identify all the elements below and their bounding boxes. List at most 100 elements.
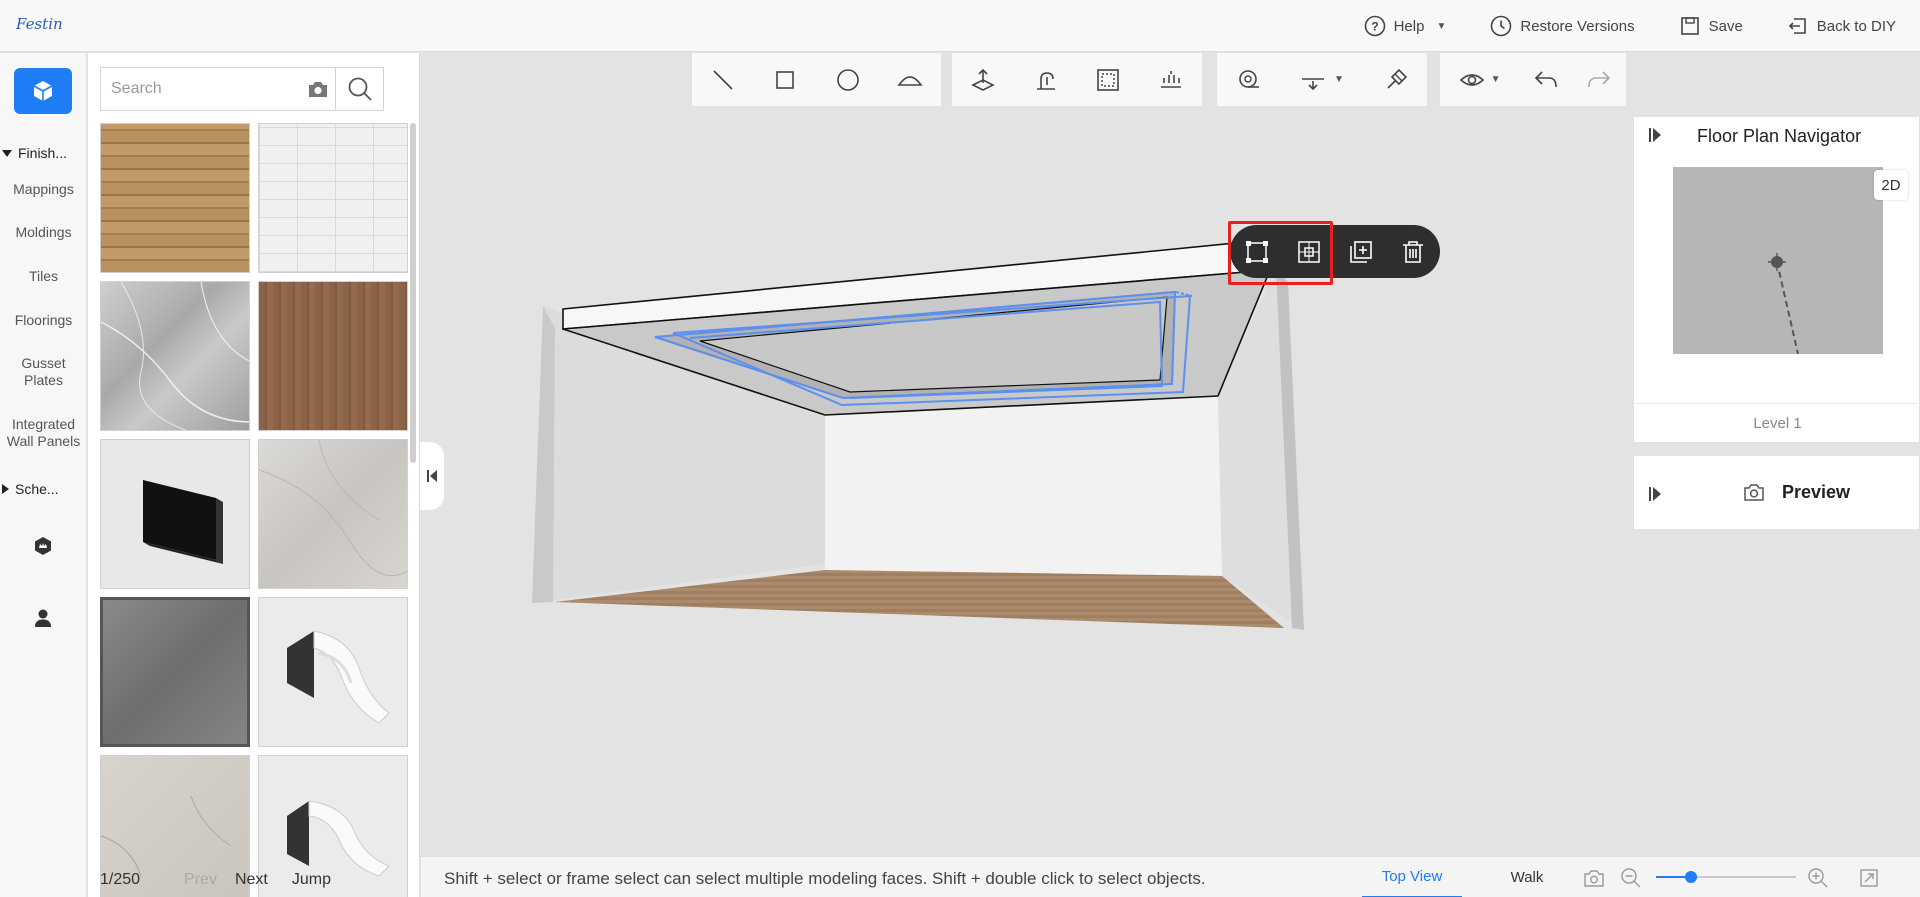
chevron-down-icon: ▼ xyxy=(1334,74,1344,85)
screenshot-settings-icon[interactable] xyxy=(1582,866,1606,890)
rectangle-tool-button[interactable] xyxy=(754,53,816,107)
eye-icon xyxy=(1459,73,1484,86)
expand-panel-icon[interactable] xyxy=(1648,486,1662,502)
finishes-group[interactable]: Finish... xyxy=(0,145,87,161)
zoom-out-icon[interactable] xyxy=(1619,866,1643,890)
left-rail: Finish... Mappings Moldings Tiles Floori… xyxy=(0,53,87,897)
save-label: Save xyxy=(1708,17,1743,35)
highlight-box xyxy=(1228,221,1333,285)
line-tool-button[interactable] xyxy=(692,53,754,107)
offset-button[interactable] xyxy=(1077,53,1140,107)
catalog-tile-black-panel[interactable] xyxy=(100,439,250,589)
circle-tool-button[interactable] xyxy=(817,53,879,107)
save-button[interactable]: Save xyxy=(1679,15,1743,37)
catalog-tile-white-brick[interactable] xyxy=(258,123,408,273)
expand-panel-icon[interactable] xyxy=(1648,127,1662,143)
level-label[interactable]: Level 1 xyxy=(1634,415,1920,432)
preview-panel: Preview xyxy=(1633,455,1920,530)
rail-item-floorings[interactable]: Floorings xyxy=(0,312,87,329)
search-box xyxy=(100,67,335,111)
top-actions: ? Help ▼ Restore Versions Save Back to D… xyxy=(1320,0,1896,52)
rail-item-tiles[interactable]: Tiles xyxy=(0,268,87,285)
user-icon[interactable] xyxy=(28,603,58,633)
visibility-button[interactable]: ▼ xyxy=(1440,53,1519,107)
help-icon: ? xyxy=(1364,15,1385,37)
black-panel-render xyxy=(143,480,223,564)
view-mode-badge[interactable]: 2D xyxy=(1874,170,1908,200)
divider xyxy=(1634,403,1920,404)
help-menu[interactable]: ? Help ▼ xyxy=(1364,15,1446,37)
hand-icon xyxy=(1036,71,1055,90)
push-pull-icon xyxy=(971,68,996,91)
prev-page-button[interactable]: Prev xyxy=(184,871,217,889)
tape-measure-icon xyxy=(1239,69,1260,88)
cube-icon xyxy=(33,81,53,101)
camera-search-icon[interactable] xyxy=(307,79,329,104)
undo-button[interactable] xyxy=(1519,53,1572,107)
catalog-tile-walnut-wood[interactable] xyxy=(258,281,408,431)
undo-icon xyxy=(1534,70,1557,87)
clock-icon xyxy=(1491,15,1512,37)
zoom-slider-knob[interactable] xyxy=(1685,871,1697,883)
schemes-group-label: Sche... xyxy=(15,481,59,497)
catalog-scrollbar[interactable] xyxy=(410,123,416,463)
catalog-tile-grey-marble[interactable] xyxy=(100,281,250,431)
tab-walk[interactable]: Walk xyxy=(1482,857,1572,897)
zoom-in-icon[interactable] xyxy=(1806,866,1830,890)
navigator-camera xyxy=(1768,253,1799,355)
back-to-diy-button[interactable]: Back to DIY xyxy=(1787,15,1896,37)
rail-item-gusset-plates[interactable]: Gusset Plates xyxy=(0,355,87,389)
rail-item-integrated-wall-panels[interactable]: Integrated Wall Panels xyxy=(0,416,87,450)
catalog-pager: 1/250 Prev Next Jump xyxy=(100,865,400,895)
catalog-tile-light-marble[interactable] xyxy=(258,439,408,589)
catalog-tile-dark-stone[interactable] xyxy=(100,597,250,747)
jump-page-button[interactable]: Jump xyxy=(292,871,331,889)
floor-plan-navigator: Floor Plan Navigator 2D Level 1 xyxy=(1633,116,1920,443)
search-button[interactable] xyxy=(335,67,384,111)
back-wall[interactable] xyxy=(825,396,1222,576)
fit-view-icon[interactable] xyxy=(1857,866,1881,890)
arc-tool-button[interactable] xyxy=(879,53,941,107)
catalog-panel: 1/250 Prev Next Jump xyxy=(88,53,420,897)
premium-icon[interactable] xyxy=(28,531,58,561)
redo-button[interactable] xyxy=(1573,53,1626,107)
hint-text: Shift + select or frame select can selec… xyxy=(444,869,1206,888)
finishes-group-label: Finish... xyxy=(18,145,68,161)
dimension-button[interactable]: ▼ xyxy=(1279,53,1364,107)
paint-brush-button[interactable] xyxy=(1365,53,1427,107)
dimension-icon xyxy=(1302,77,1325,90)
schemes-group[interactable]: Sche... xyxy=(0,481,87,497)
rail-item-mappings[interactable]: Mappings xyxy=(0,181,87,198)
app-logo[interactable]: Festin xyxy=(16,15,63,33)
draw-toolbar xyxy=(691,53,942,107)
tab-top-view[interactable]: Top View xyxy=(1362,857,1462,897)
duplicate-button[interactable] xyxy=(1346,237,1376,267)
svg-text:?: ? xyxy=(1371,20,1378,34)
delete-button[interactable] xyxy=(1398,237,1428,267)
trash-icon xyxy=(1403,241,1423,263)
tape-measure-button[interactable] xyxy=(1217,53,1279,107)
preview-button[interactable]: Preview xyxy=(1782,482,1850,503)
array-button[interactable] xyxy=(1140,53,1203,107)
save-icon xyxy=(1680,17,1699,35)
exit-icon xyxy=(1788,18,1806,34)
zoom-slider[interactable] xyxy=(1656,871,1796,883)
freeform-button[interactable] xyxy=(1015,53,1078,107)
arc-icon xyxy=(897,75,923,86)
model-library-button[interactable] xyxy=(14,68,72,114)
measure-toolbar: ▼ xyxy=(1216,53,1428,107)
line-icon xyxy=(713,69,733,90)
push-pull-button[interactable] xyxy=(952,53,1015,107)
array-icon xyxy=(1160,70,1181,88)
rectangle-icon xyxy=(776,70,795,89)
catalog-tile-wood-planks[interactable] xyxy=(100,123,250,273)
restore-versions-button[interactable]: Restore Versions xyxy=(1490,15,1635,37)
restore-versions-label: Restore Versions xyxy=(1520,17,1635,35)
back-to-diy-label: Back to DIY xyxy=(1816,17,1896,35)
navigator-map[interactable] xyxy=(1673,167,1883,355)
redo-icon xyxy=(1588,70,1611,87)
search-input[interactable] xyxy=(111,80,291,98)
catalog-tile-crown-molding[interactable] xyxy=(258,597,408,747)
rail-item-moldings[interactable]: Moldings xyxy=(0,224,87,241)
next-page-button[interactable]: Next xyxy=(235,871,268,889)
